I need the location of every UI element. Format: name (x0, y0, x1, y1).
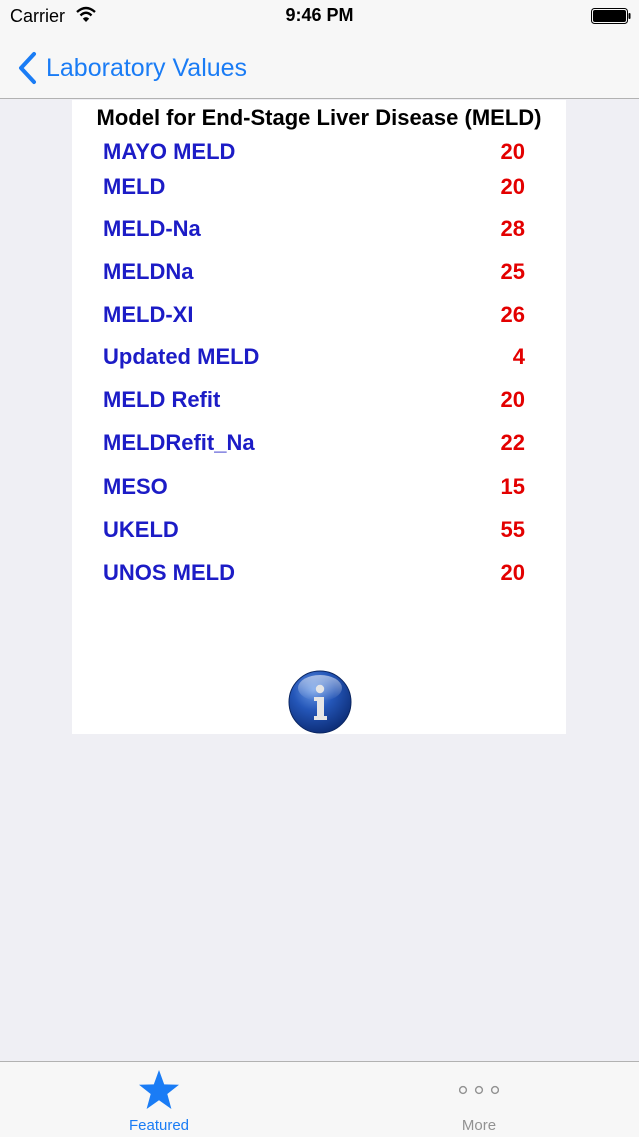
meld-row-ukeld[interactable]: UKELD 55 (103, 515, 525, 545)
row-value: 15 (500, 474, 525, 499)
row-value: 20 (500, 560, 525, 585)
row-label: UNOS MELD (103, 560, 235, 585)
row-value: 4 (512, 344, 525, 369)
row-label: MESO (103, 474, 168, 499)
card-title: Model for End-Stage Liver Disease (MELD) (96, 105, 542, 130)
meld-row-meso[interactable]: MESO 15 (103, 472, 525, 502)
meld-row-meldna[interactable]: MELDNa 25 (103, 257, 525, 287)
meld-row-meld-refit[interactable]: MELD Refit 20 (103, 385, 525, 415)
navigation-bar: Laboratory Values (0, 40, 639, 99)
back-button-label: Laboratory Values (46, 53, 248, 82)
tab-label: Featured (128, 1117, 190, 1134)
row-label: Updated MELD (103, 344, 260, 369)
meld-row-updated-meld[interactable]: Updated MELD 4 (103, 342, 525, 372)
tab-more[interactable]: More (419, 1062, 539, 1137)
row-value: 20 (500, 139, 525, 164)
meld-row-mayo-meld[interactable]: MAYO MELD 20 (103, 137, 525, 167)
row-label: MELD-Na (103, 216, 201, 241)
meld-row-meld[interactable]: MELD 20 (103, 172, 525, 202)
star-icon (139, 1070, 179, 1109)
chevron-left-icon (19, 52, 36, 84)
battery-icon (591, 8, 631, 24)
info-icon[interactable] (288, 670, 352, 734)
row-label: MELDNa (103, 259, 194, 284)
status-bar: Carrier 9:46 PM (0, 0, 639, 40)
row-label: MAYO MELD (103, 139, 236, 164)
row-label: MELDRefit_Na (103, 430, 255, 455)
more-icon (459, 1085, 499, 1095)
row-label: UKELD (103, 517, 179, 542)
status-time: 9:46 PM (285, 5, 354, 25)
row-label: MELD-XI (103, 302, 194, 327)
meld-row-meld-na[interactable]: MELD-Na 28 (103, 214, 525, 244)
meld-row-unos-meld[interactable]: UNOS MELD 20 (103, 558, 525, 588)
row-value: 28 (500, 216, 525, 241)
row-value: 26 (500, 302, 525, 327)
row-value: 20 (500, 387, 525, 412)
tab-label: More (461, 1117, 497, 1134)
tab-featured[interactable]: Featured (99, 1062, 219, 1137)
back-button[interactable]: Laboratory Values (16, 48, 247, 88)
row-label: MELD (103, 174, 166, 199)
row-value: 22 (500, 430, 525, 455)
row-value: 20 (500, 174, 525, 199)
meld-card: Model for End-Stage Liver Disease (MELD)… (72, 100, 566, 734)
row-value: 25 (500, 259, 525, 284)
meld-row-meld-xi[interactable]: MELD-XI 26 (103, 300, 525, 330)
tab-bar: Featured More (0, 1061, 639, 1137)
row-value: 55 (500, 517, 525, 542)
meld-row-meldrefit-na[interactable]: MELDRefit_Na 22 (103, 428, 525, 458)
row-label: MELD Refit (103, 387, 221, 412)
